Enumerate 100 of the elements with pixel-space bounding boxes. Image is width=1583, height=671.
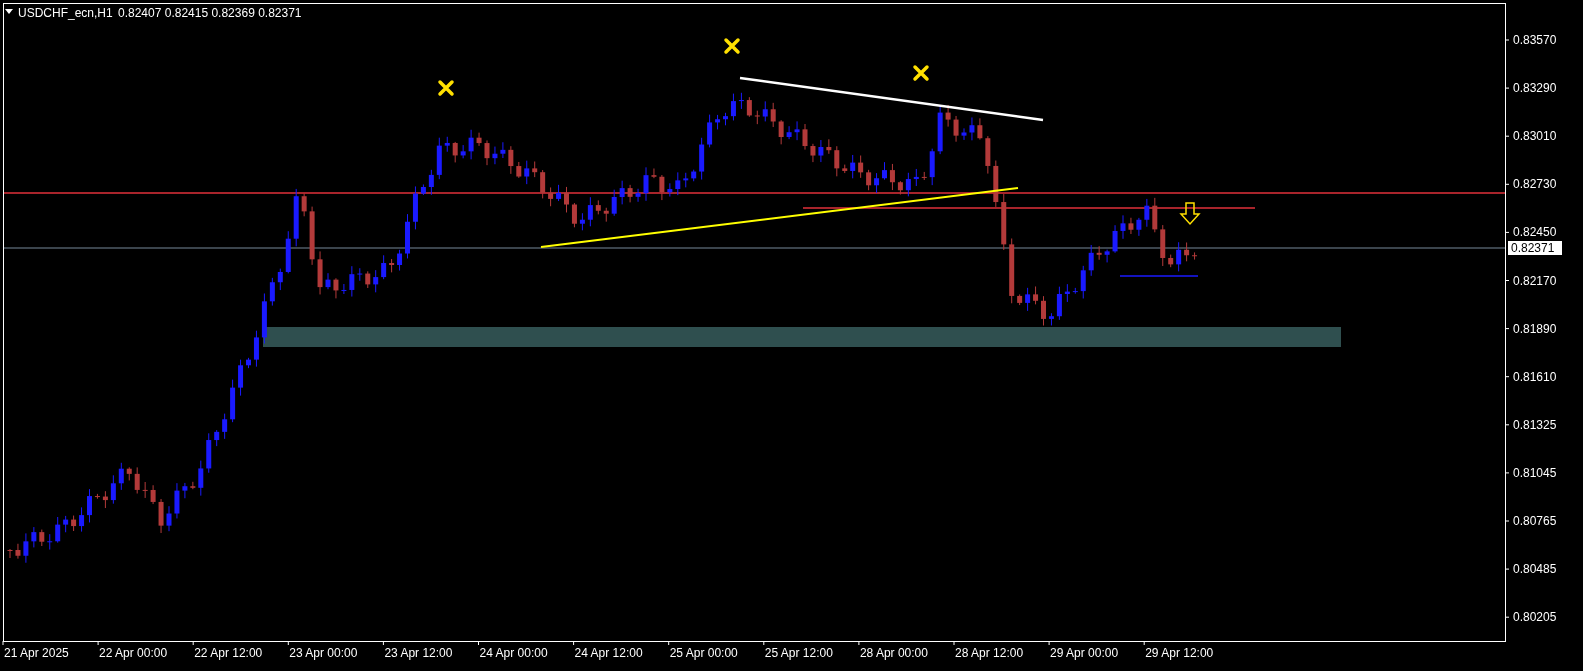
candle bbox=[683, 172, 689, 188]
candle bbox=[834, 145, 840, 177]
candle bbox=[174, 482, 180, 519]
candle bbox=[389, 258, 395, 273]
candle bbox=[508, 145, 514, 175]
candle bbox=[246, 357, 251, 369]
candle bbox=[102, 490, 108, 509]
candle bbox=[1176, 241, 1182, 272]
candle bbox=[548, 186, 554, 207]
candle bbox=[444, 136, 450, 153]
price-label: 0.82730 bbox=[1513, 177, 1557, 192]
candle bbox=[158, 498, 164, 534]
symbol-label: USDCHF_ecn,H1 bbox=[18, 6, 113, 20]
candle bbox=[277, 268, 283, 291]
candle bbox=[850, 154, 856, 179]
time-label: 22 Apr 12:00 bbox=[194, 646, 263, 660]
candle bbox=[39, 529, 45, 547]
candle bbox=[587, 196, 593, 227]
candle bbox=[15, 543, 21, 560]
price-label: 0.83570 bbox=[1513, 33, 1557, 47]
candle bbox=[206, 432, 212, 474]
candle bbox=[428, 169, 434, 196]
price-label: 0.81045 bbox=[1513, 465, 1557, 480]
candle bbox=[794, 120, 800, 141]
candle bbox=[643, 166, 649, 202]
candle bbox=[897, 180, 903, 195]
candle bbox=[905, 172, 911, 197]
candle bbox=[1144, 198, 1150, 228]
candle bbox=[460, 144, 466, 159]
candle bbox=[961, 127, 967, 141]
price-label: 0.82170 bbox=[1513, 273, 1557, 288]
candle bbox=[373, 269, 379, 293]
price-label: 0.82450 bbox=[1513, 225, 1557, 240]
candle bbox=[500, 141, 506, 159]
candle bbox=[564, 186, 569, 213]
candle bbox=[261, 293, 267, 344]
candle bbox=[1128, 217, 1134, 235]
candle bbox=[357, 267, 363, 282]
candle bbox=[921, 171, 927, 181]
candle bbox=[1152, 197, 1158, 233]
price-label: 0.80485 bbox=[1513, 562, 1557, 577]
candle bbox=[1120, 214, 1126, 240]
cross-icon bbox=[724, 38, 740, 54]
candle bbox=[540, 169, 546, 199]
time-label: 24 Apr 12:00 bbox=[574, 646, 643, 660]
candle bbox=[293, 188, 299, 247]
candle bbox=[142, 481, 148, 499]
candle bbox=[1184, 242, 1190, 262]
candle bbox=[707, 114, 713, 148]
time-label: 29 Apr 12:00 bbox=[1145, 646, 1214, 660]
candle bbox=[333, 277, 339, 299]
candle bbox=[882, 161, 887, 181]
candle bbox=[55, 516, 61, 544]
candle bbox=[738, 92, 744, 110]
candle bbox=[166, 505, 172, 532]
candle bbox=[87, 488, 92, 523]
candle bbox=[47, 533, 53, 551]
candle bbox=[953, 115, 959, 143]
candle bbox=[150, 484, 156, 505]
candle bbox=[301, 192, 307, 217]
candle bbox=[1088, 244, 1094, 277]
candle bbox=[381, 254, 387, 280]
candle bbox=[31, 526, 37, 548]
price-label: 0.81610 bbox=[1513, 369, 1557, 384]
candle bbox=[627, 184, 633, 203]
candle bbox=[889, 163, 895, 191]
candle bbox=[667, 182, 673, 197]
candle bbox=[214, 429, 220, 447]
time-label: 28 Apr 00:00 bbox=[859, 646, 928, 660]
candle bbox=[134, 466, 140, 494]
candle bbox=[723, 112, 728, 126]
price-label: 0.80765 bbox=[1513, 514, 1557, 528]
candle bbox=[230, 379, 236, 423]
candle bbox=[810, 143, 816, 163]
time-label: 23 Apr 00:00 bbox=[289, 646, 358, 660]
candle bbox=[1096, 245, 1102, 261]
candle bbox=[420, 183, 426, 196]
candle bbox=[94, 493, 100, 500]
time-label: 21 Apr 2025 bbox=[4, 646, 69, 660]
candle bbox=[1056, 286, 1062, 321]
candle bbox=[309, 206, 315, 266]
candle bbox=[452, 141, 458, 163]
candle bbox=[1112, 224, 1118, 254]
candle bbox=[198, 460, 204, 497]
candle bbox=[937, 104, 943, 155]
candle bbox=[285, 230, 291, 274]
candle bbox=[269, 277, 275, 307]
candle bbox=[468, 129, 474, 160]
candle bbox=[1001, 193, 1007, 251]
candle bbox=[603, 207, 609, 223]
candle bbox=[118, 462, 124, 491]
candle bbox=[532, 161, 538, 178]
candle bbox=[929, 148, 935, 186]
candle bbox=[579, 212, 585, 231]
candle bbox=[571, 202, 577, 228]
time-label: 23 Apr 12:00 bbox=[384, 646, 453, 660]
candle bbox=[1192, 251, 1198, 261]
time-label: 25 Apr 00:00 bbox=[669, 646, 738, 660]
candle bbox=[913, 168, 919, 187]
candle bbox=[635, 188, 641, 203]
